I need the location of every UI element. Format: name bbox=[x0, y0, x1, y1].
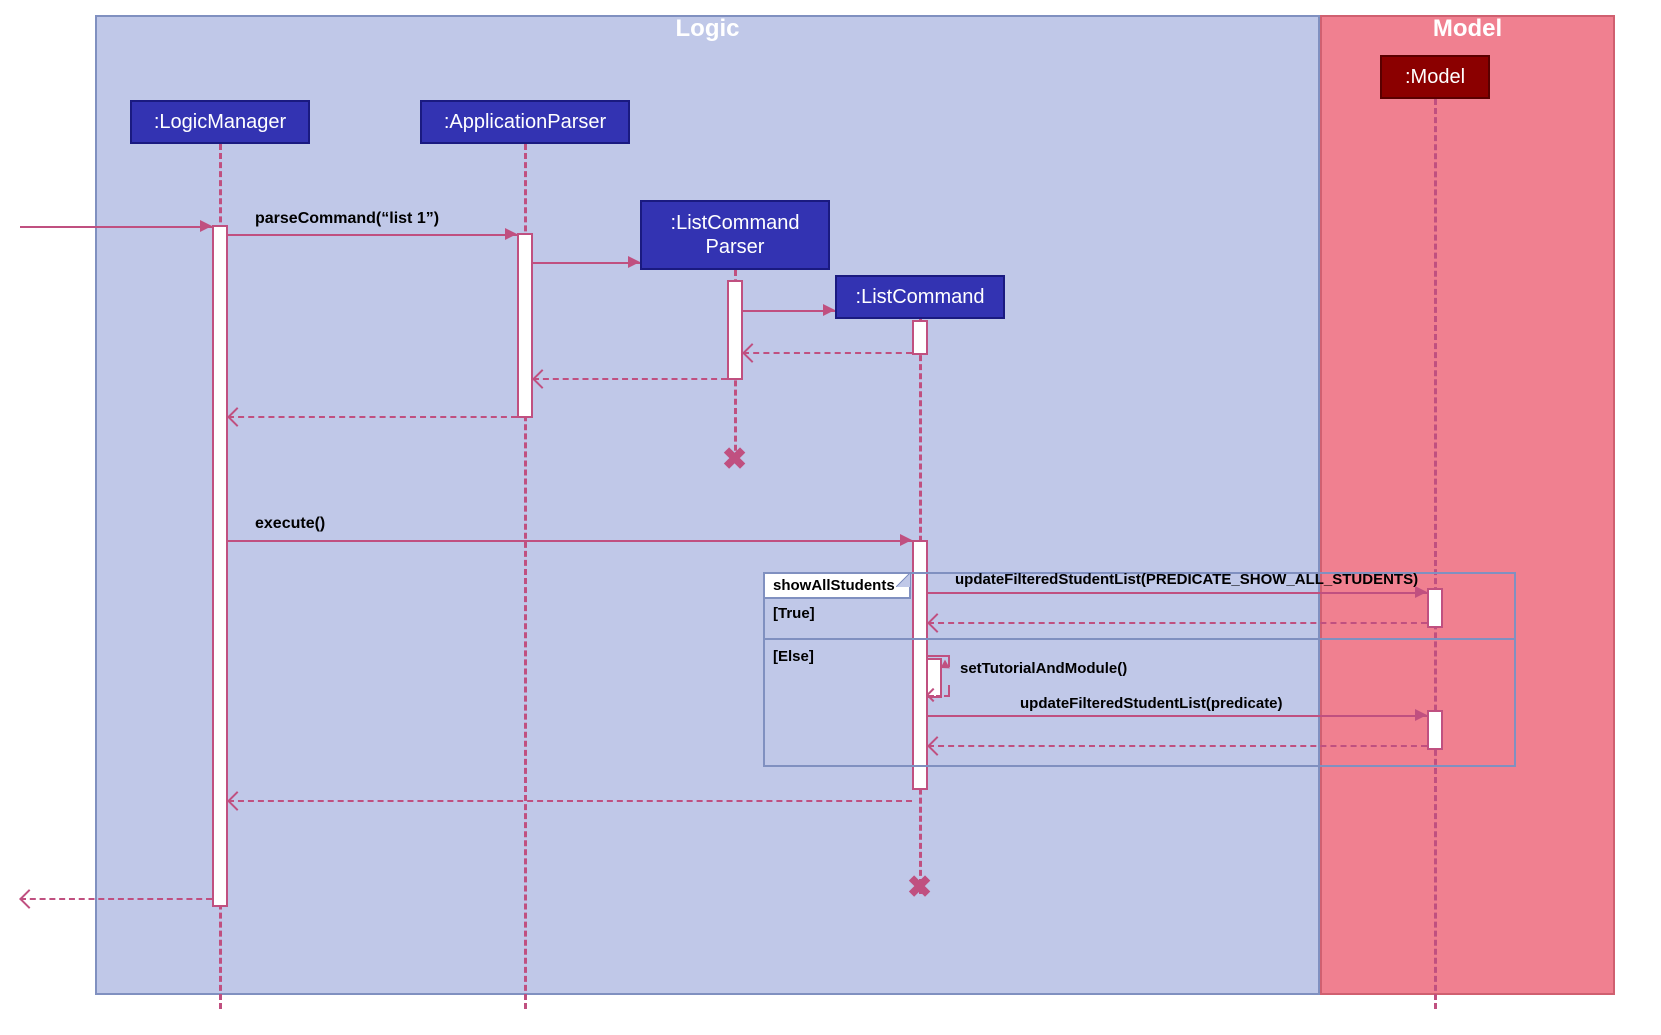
participant-list-command: :ListCommand bbox=[835, 275, 1005, 319]
fragment-name: showAllStudents bbox=[773, 577, 895, 594]
participant-label: :Model bbox=[1405, 66, 1465, 89]
logic-frame-header: Logic bbox=[95, 15, 1320, 57]
participant-label: :LogicManager bbox=[154, 111, 286, 134]
destroy-lcp: ✖ bbox=[722, 442, 747, 477]
participant-model: :Model bbox=[1380, 55, 1490, 99]
arrowhead-create-lc bbox=[823, 304, 835, 316]
arrow-found bbox=[20, 226, 212, 228]
model-frame bbox=[1320, 15, 1615, 995]
return-lcp-ap bbox=[533, 378, 727, 380]
msg-execute: execute() bbox=[255, 515, 325, 533]
msg-set-tutorial: setTutorialAndModule() bbox=[960, 660, 1127, 677]
participant-logic-manager: :LogicManager bbox=[130, 100, 310, 144]
arrowhead-update-pred bbox=[1415, 709, 1427, 721]
fragment-label: showAllStudents bbox=[763, 572, 911, 599]
activation-application-parser bbox=[517, 233, 533, 418]
fragment-divider bbox=[763, 638, 1516, 640]
return-out bbox=[20, 898, 212, 900]
return-update-all bbox=[928, 622, 1427, 624]
participant-label-line1: :ListCommand bbox=[671, 211, 800, 235]
msg-update-pred: updateFilteredStudentList(predicate) bbox=[1020, 695, 1283, 712]
model-frame-header: Model bbox=[1320, 15, 1615, 57]
sequence-diagram: Logic Model :LogicManager :ApplicationPa… bbox=[0, 0, 1661, 1035]
participant-application-parser: :ApplicationParser bbox=[420, 100, 630, 144]
return-execute bbox=[228, 800, 912, 802]
return-out-head bbox=[19, 889, 39, 909]
arrow-update-pred bbox=[928, 715, 1427, 717]
destroy-lc: ✖ bbox=[907, 870, 932, 905]
logic-frame bbox=[95, 15, 1320, 995]
arrowhead-update-all bbox=[1415, 586, 1427, 598]
arrow-execute bbox=[228, 540, 912, 542]
arrowhead-create-lcp bbox=[628, 256, 640, 268]
return-update-pred bbox=[928, 745, 1427, 747]
arrowhead-execute bbox=[900, 534, 912, 546]
arrow-create-lcp bbox=[533, 262, 640, 264]
guard-true: [True] bbox=[773, 605, 815, 622]
msg-parse-command: parseCommand(“list 1”) bbox=[255, 210, 439, 228]
guard-else: [Else] bbox=[773, 648, 814, 665]
participant-list-command-parser: :ListCommand Parser bbox=[640, 200, 830, 270]
return-ap-lm bbox=[228, 416, 517, 418]
participant-label-line2: Parser bbox=[706, 235, 765, 259]
arrow-update-all bbox=[928, 592, 1427, 594]
arrow-create-lc bbox=[743, 310, 835, 312]
activation-logic-manager bbox=[212, 225, 228, 907]
return-lc-lcp bbox=[743, 352, 912, 354]
self-return-side bbox=[948, 685, 950, 697]
arrowhead-parse-command bbox=[505, 228, 517, 240]
fragment-showallstudents bbox=[763, 572, 1516, 767]
self-call-top bbox=[928, 655, 950, 657]
msg-update-all: updateFilteredStudentList(PREDICATE_SHOW… bbox=[955, 571, 1418, 588]
arrow-parse-command bbox=[228, 234, 517, 236]
activation-list-command-1 bbox=[912, 320, 928, 355]
participant-label: :ApplicationParser bbox=[444, 111, 606, 134]
activation-list-command-parser bbox=[727, 280, 743, 380]
arrowhead-found bbox=[200, 220, 212, 232]
participant-label: :ListCommand bbox=[856, 286, 985, 309]
lifeline-model bbox=[1434, 99, 1437, 1009]
